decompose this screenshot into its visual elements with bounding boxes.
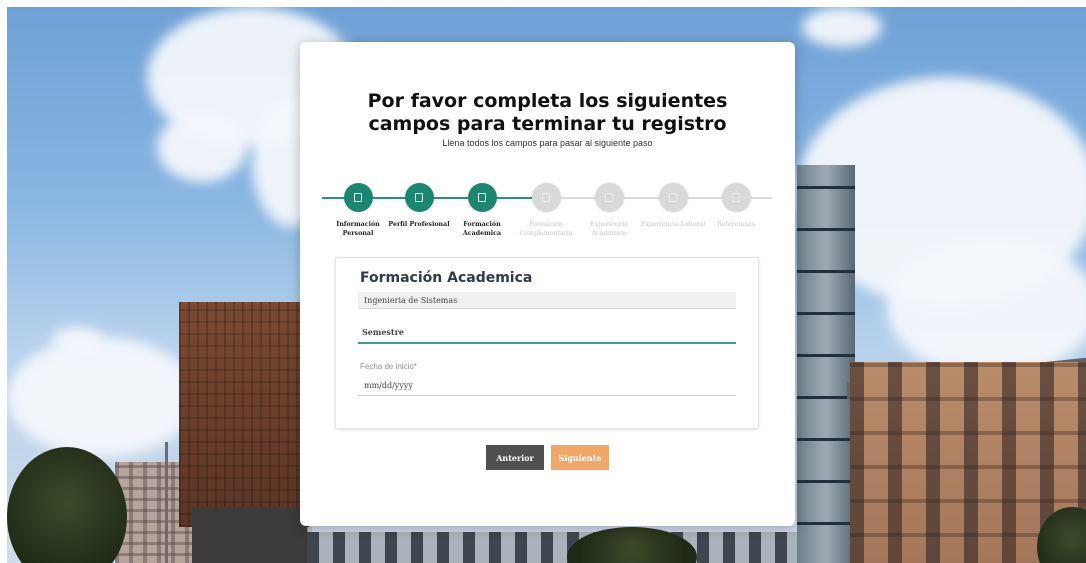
start-date-field[interactable]	[358, 376, 736, 396]
page-title: Por favor completa los siguientes campos…	[367, 90, 728, 135]
step-label: Referencias	[717, 221, 755, 228]
next-button[interactable]: Siguiente	[551, 445, 609, 470]
step-icon	[605, 193, 613, 202]
step-icon	[415, 193, 423, 202]
start-date-label: Fecha de inicio*	[360, 362, 417, 371]
program-select[interactable]: Ingenieria de Sistemas	[358, 292, 736, 309]
form-title: Formación Academica	[360, 270, 533, 286]
step-icon	[732, 193, 740, 202]
step-icon	[478, 193, 486, 202]
semester-input[interactable]	[358, 322, 736, 344]
academic-form-panel: Formación Academica Ingenieria de Sistem…	[336, 258, 758, 428]
step-icon	[542, 193, 550, 202]
registration-card: Por favor completa los siguientes campos…	[300, 42, 795, 526]
previous-button[interactable]: Anterior	[486, 445, 544, 470]
registration-stepper: Información Personal Perfil Profesional …	[322, 182, 772, 242]
page-subtitle: Llena todos los campos para pasar al sig…	[442, 138, 653, 148]
step-icon	[354, 193, 362, 202]
step-referencias[interactable]: Referencias	[696, 182, 776, 229]
step-icon	[669, 193, 677, 202]
